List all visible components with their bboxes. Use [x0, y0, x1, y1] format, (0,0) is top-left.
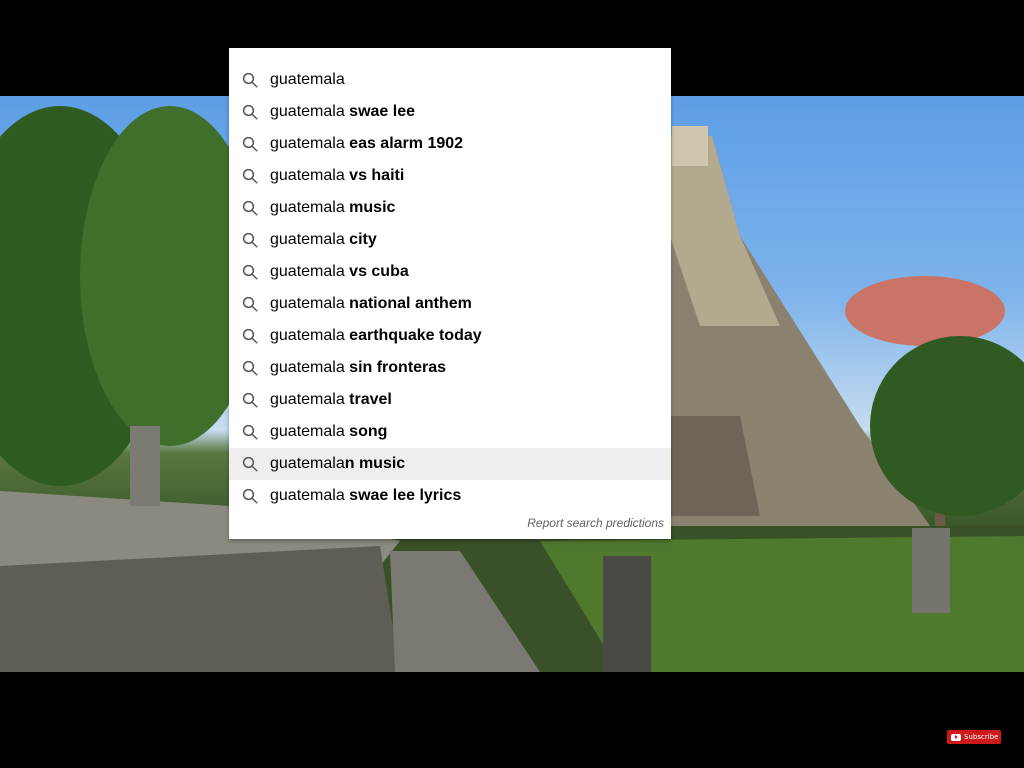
suggestion-text: guatemala	[270, 71, 345, 89]
suggestion-query: guatemala	[270, 167, 345, 184]
suggestion-item[interactable]: guatemala sin fronteras	[229, 352, 671, 384]
stela-left	[130, 426, 160, 506]
suggestion-completion: swae lee lyrics	[344, 487, 462, 504]
suggestion-item[interactable]: guatemala city	[229, 224, 671, 256]
suggestion-query: guatemala	[270, 71, 345, 88]
suggestion-query: guatemala	[270, 359, 345, 376]
suggestion-text: guatemala vs haiti	[270, 167, 404, 185]
suggestion-query: guatemala	[270, 263, 345, 280]
search-icon	[242, 104, 258, 120]
search-icon	[242, 296, 258, 312]
suggestion-text: guatemala earthquake today	[270, 327, 482, 345]
suggestion-item[interactable]: guatemala song	[229, 416, 671, 448]
suggestion-query: guatemala	[270, 327, 345, 344]
suggestion-completion: n music	[344, 455, 406, 472]
suggestion-completion: vs cuba	[344, 263, 409, 280]
suggestion-item[interactable]: guatemala national anthem	[229, 288, 671, 320]
suggestion-completion: music	[344, 199, 396, 216]
search-suggestions-dropdown: guatemala guatemala swae lee guatemala eas…	[229, 48, 671, 539]
suggestion-completion: swae lee	[344, 103, 415, 120]
suggestion-query: guatemala	[270, 199, 345, 216]
suggestion-text: guatemala city	[270, 231, 377, 249]
suggestion-text: guatemala national anthem	[270, 295, 472, 313]
suggestion-query: guatemala	[270, 455, 345, 472]
suggestion-item[interactable]: guatemala eas alarm 1902	[229, 128, 671, 160]
suggestion-list: guatemala guatemala swae lee guatemala eas…	[229, 48, 671, 512]
suggestion-item[interactable]: guatemala travel	[229, 384, 671, 416]
suggestion-completion: vs haiti	[344, 167, 405, 184]
search-icon	[242, 72, 258, 88]
suggestion-query: guatemala	[270, 103, 345, 120]
report-search-predictions-link[interactable]: Report search predictions	[527, 516, 664, 530]
suggestion-item[interactable]: guatemala swae lee lyrics	[229, 480, 671, 512]
stela-center	[603, 556, 651, 672]
search-icon	[242, 360, 258, 376]
stela-right	[912, 528, 950, 613]
suggestion-item[interactable]: guatemala	[229, 64, 671, 96]
subscribe-button[interactable]: Subscribe	[947, 730, 1001, 744]
suggestion-item[interactable]: guatemala earthquake today	[229, 320, 671, 352]
search-icon	[242, 200, 258, 216]
suggestion-text: guatemala swae lee lyrics	[270, 487, 461, 505]
suggestion-completion: earthquake today	[344, 327, 482, 344]
stone-wall-lower	[0, 546, 400, 672]
search-icon	[242, 328, 258, 344]
search-icon	[242, 264, 258, 280]
temple-crest	[672, 126, 708, 166]
suggestion-text: guatemala music	[270, 199, 395, 217]
suggestion-text: guatemala swae lee	[270, 103, 415, 121]
suggestion-item[interactable]: guatemalan music	[229, 448, 671, 480]
suggestion-item[interactable]: guatemala swae lee	[229, 96, 671, 128]
pink-tree-canopy	[845, 276, 1005, 346]
suggestion-query: guatemala	[270, 231, 345, 248]
suggestion-item[interactable]: guatemala music	[229, 192, 671, 224]
suggestion-query: guatemala	[270, 487, 345, 504]
suggestion-query: guatemala	[270, 423, 345, 440]
search-icon	[242, 232, 258, 248]
search-icon	[242, 392, 258, 408]
suggestion-completion: travel	[344, 391, 392, 408]
youtube-play-icon	[951, 733, 961, 741]
suggestion-text: guatemala eas alarm 1902	[270, 135, 463, 153]
suggestion-text: guatemala song	[270, 423, 387, 441]
suggestion-completion: eas alarm 1902	[344, 135, 464, 152]
suggestion-completion: city	[344, 231, 377, 248]
suggestion-completion: sin fronteras	[344, 359, 447, 376]
search-icon	[242, 168, 258, 184]
search-icon	[242, 136, 258, 152]
search-icon	[242, 488, 258, 504]
suggestion-completion: song	[344, 423, 388, 440]
suggestion-text: guatemala travel	[270, 391, 392, 409]
suggestion-completion: national anthem	[344, 295, 472, 312]
suggestion-query: guatemala	[270, 135, 345, 152]
subscribe-label: Subscribe	[964, 733, 999, 741]
search-icon	[242, 456, 258, 472]
suggestion-text: guatemalan music	[270, 455, 405, 473]
search-icon	[242, 424, 258, 440]
suggestion-item[interactable]: guatemala vs cuba	[229, 256, 671, 288]
suggestion-query: guatemala	[270, 391, 345, 408]
suggestion-item[interactable]: guatemala vs haiti	[229, 160, 671, 192]
suggestion-text: guatemala sin fronteras	[270, 359, 446, 377]
suggestion-text: guatemala vs cuba	[270, 263, 409, 281]
suggestion-query: guatemala	[270, 295, 345, 312]
